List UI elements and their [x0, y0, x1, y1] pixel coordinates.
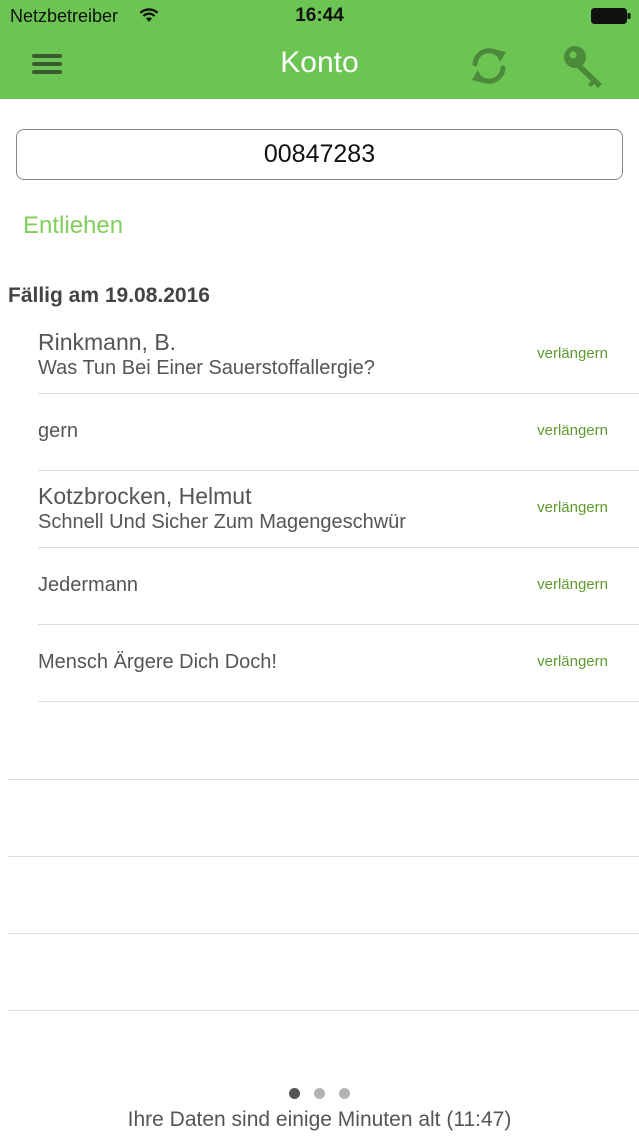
page-dot[interactable] — [339, 1088, 350, 1099]
loan-title: Schnell Und Sicher Zum Magengeschwür — [38, 511, 406, 533]
battery-icon — [591, 8, 631, 24]
loan-title: Jedermann — [38, 574, 139, 596]
loan-row: Mensch Ärgere Dich Doch! verlängern — [38, 625, 639, 702]
status-bar: Netzbetreiber 16:44 — [0, 0, 639, 32]
loan-title: Mensch Ärgere Dich Doch! — [38, 651, 277, 673]
loan-title: gern — [38, 420, 79, 442]
key-icon — [564, 46, 602, 88]
page-dot[interactable] — [314, 1088, 325, 1099]
loan-row: Rinkmann, B. Was Tun Bei Einer Sauerstof… — [38, 317, 639, 394]
list-divider — [8, 933, 639, 934]
renew-button[interactable]: verlängern — [537, 576, 608, 593]
renew-button[interactable]: verlängern — [537, 499, 608, 516]
list-divider — [8, 779, 639, 780]
due-date-heading: Fällig am 19.08.2016 — [8, 284, 210, 307]
data-age-note: Ihre Daten sind einige Minuten alt (11:4… — [127, 1108, 512, 1131]
page-indicator[interactable] — [0, 1088, 639, 1099]
loan-author: Rinkmann, B. — [38, 329, 177, 355]
loan-row: gern verlängern — [38, 394, 639, 471]
loan-author: Kotzbrocken, Helmut — [38, 483, 252, 509]
loan-row: Kotzbrocken, Helmut Schnell Und Sicher Z… — [38, 471, 639, 548]
renew-button[interactable]: verlängern — [537, 345, 608, 362]
nav-bar: Konto — [0, 32, 639, 99]
refresh-button[interactable] — [466, 43, 512, 89]
list-divider — [8, 856, 639, 857]
clock: 16:44 — [295, 5, 344, 26]
header: Netzbetreiber 16:44 Konto — [0, 0, 639, 99]
page-title: Konto — [280, 46, 359, 79]
renew-button[interactable]: verlängern — [537, 653, 608, 670]
account-number-field[interactable]: 00847283 — [16, 129, 623, 180]
section-label-borrowed: Entliehen — [23, 212, 124, 239]
loan-title: Was Tun Bei Einer Sauerstoffallergie? — [38, 357, 375, 379]
loan-row: Jedermann verlängern — [38, 548, 639, 625]
key-button[interactable] — [560, 42, 608, 90]
refresh-icon — [472, 48, 506, 84]
page-dot[interactable] — [289, 1088, 300, 1099]
renew-button[interactable]: verlängern — [537, 422, 608, 439]
list-divider — [8, 1010, 639, 1011]
